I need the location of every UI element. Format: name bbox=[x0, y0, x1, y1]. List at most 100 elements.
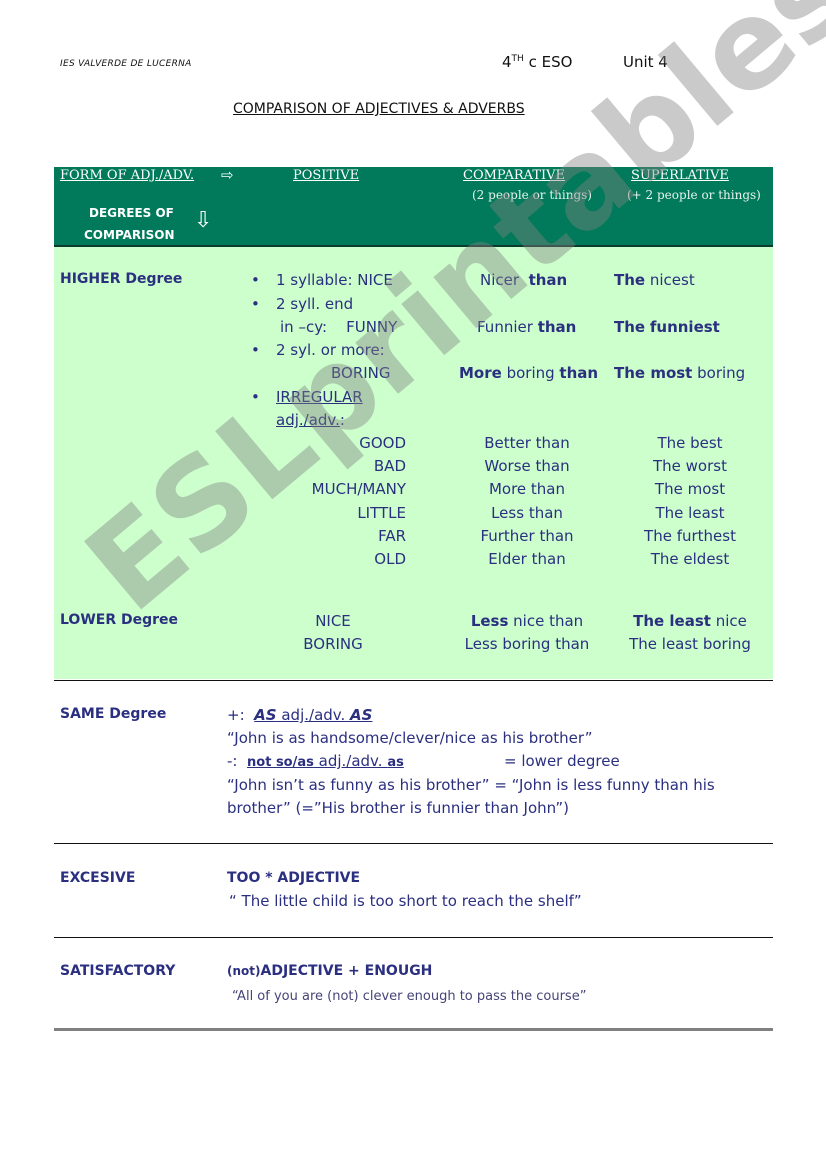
rule-two-syllable-example: in –cy: FUNNY bbox=[280, 318, 398, 336]
rule-one-syllable: 1 syllable: NICE bbox=[276, 271, 393, 289]
boring-word: boring bbox=[501, 364, 560, 382]
rule-irregular: IRREGULAR bbox=[276, 388, 363, 406]
than-word: than bbox=[537, 318, 577, 336]
section-divider bbox=[54, 843, 773, 844]
as-word: AS bbox=[254, 706, 277, 724]
irregular-positive: OLD bbox=[374, 550, 406, 568]
course-number: 4 bbox=[502, 53, 512, 71]
course-level: c ESO bbox=[523, 53, 573, 71]
plus-prefix: +: bbox=[227, 706, 255, 724]
bullet-icon: • bbox=[251, 341, 260, 359]
irregular-positive: BAD bbox=[373, 457, 406, 475]
higher-degree-label: HIGHER Degree bbox=[60, 271, 183, 287]
degrees-label-line2: COMPARISON bbox=[84, 228, 175, 242]
irregular-positive: GOOD bbox=[359, 434, 406, 452]
comparative-word: Funnier bbox=[477, 318, 533, 336]
irregular-superlative: The most bbox=[654, 480, 726, 498]
bottom-divider bbox=[54, 1028, 773, 1031]
column-positive: POSITIVE bbox=[293, 168, 360, 183]
minus-prefix: -: bbox=[227, 752, 248, 770]
irregular-comparative: More than bbox=[488, 480, 566, 498]
lower-positive-boring: BORING bbox=[303, 635, 363, 653]
unit-label: Unit 4 bbox=[623, 53, 668, 71]
irregular-positive: FAR bbox=[378, 527, 406, 545]
adjective-enough-text: ADJECTIVE + ENOUGH bbox=[260, 963, 433, 979]
excessive-label: EXCESIVE bbox=[60, 870, 136, 886]
comparative-funny: Funnier than bbox=[477, 318, 576, 336]
bullet-icon: • bbox=[251, 271, 260, 289]
page-title: COMPARISON OF ADJECTIVES & ADVERBS bbox=[233, 101, 525, 117]
excessive-rule: TOO * ADJECTIVE bbox=[227, 870, 361, 886]
excessive-example: “ The little child is too short to reach… bbox=[229, 892, 582, 910]
irregular-superlative: The furthest bbox=[644, 527, 736, 545]
lower-superlative-nice: The least nice bbox=[610, 612, 770, 630]
superlative-boring: The most boring bbox=[614, 364, 745, 382]
the-word: The bbox=[614, 271, 646, 289]
as-adj-as-pattern: AS adj./adv. AS bbox=[254, 706, 372, 724]
satisfactory-rule: (not)ADJECTIVE + ENOUGH bbox=[227, 963, 432, 979]
adj-adv-text: adj./adv. bbox=[276, 706, 351, 724]
irregular-comparative: Elder than bbox=[488, 550, 566, 568]
course-label: 4TH c ESO bbox=[502, 53, 572, 71]
nice-than-text: nice than bbox=[508, 612, 584, 630]
irregular-superlative: The worst bbox=[653, 457, 727, 475]
as-word: AS bbox=[350, 706, 373, 724]
nice-text: nice bbox=[710, 612, 747, 630]
bullet-icon: • bbox=[251, 388, 260, 406]
form-label: FORM OF ADJ./ADV. bbox=[60, 168, 195, 183]
lower-positive-nice: NICE bbox=[315, 612, 351, 630]
irregular-superlative: The least bbox=[655, 504, 725, 522]
comparative-boring: More boring than bbox=[459, 364, 598, 382]
degrees-label-line1: DEGREES OF bbox=[89, 206, 174, 220]
arrow-down-icon: ⇩ bbox=[194, 208, 213, 233]
course-ordinal: TH bbox=[511, 54, 524, 64]
the-word: The bbox=[614, 318, 646, 336]
watermark-domain: .com bbox=[788, 0, 826, 28]
same-degree-positive-rule: +: AS adj./adv. AS bbox=[227, 706, 372, 724]
column-comparative: COMPARATIVE bbox=[463, 168, 566, 183]
irregular-comparative: Worse than bbox=[484, 457, 570, 475]
lower-comparative-boring: Less boring than bbox=[464, 635, 590, 653]
as-word: as bbox=[387, 755, 404, 770]
less-word: Less bbox=[470, 612, 509, 630]
boring-word: boring bbox=[692, 364, 746, 382]
colon-text: : bbox=[339, 411, 345, 429]
not-so-as-word: not so/as bbox=[247, 755, 314, 770]
lower-degree-note: = lower degree bbox=[504, 752, 620, 770]
bullet-icon: • bbox=[251, 295, 260, 313]
satisfactory-example: “All of you are (not) clever enough to p… bbox=[232, 989, 587, 1004]
irregular-comparative: Further than bbox=[480, 527, 574, 545]
than-word: than bbox=[528, 271, 568, 289]
same-degree-example-2-cont: brother” (=”His brother is funnier than … bbox=[227, 799, 569, 817]
superlative-word: nicest bbox=[649, 271, 695, 289]
same-degree-label: SAME Degree bbox=[60, 706, 167, 722]
not-word: (not) bbox=[227, 964, 261, 978]
same-degree-example-2: “John isn’t as funny as his brother” = “… bbox=[227, 776, 715, 794]
school-name: IES VALVERDE DE LUCERNA bbox=[60, 59, 192, 69]
superlative-nice: The nicest bbox=[614, 271, 695, 289]
superlative-note: (+ 2 people or things) bbox=[627, 188, 761, 202]
lower-degree-label: LOWER Degree bbox=[60, 612, 179, 628]
lower-comparative-nice: Less nice than bbox=[447, 612, 607, 630]
superlative-funny: The funniest bbox=[614, 318, 720, 336]
rule-irregular-adj-adv: adj./adv.: bbox=[276, 411, 345, 429]
irregular-positive: LITTLE bbox=[357, 504, 406, 522]
than-word: than bbox=[559, 364, 599, 382]
not-so-as-pattern: not so/as adj./adv. as bbox=[247, 752, 404, 770]
the-word: The bbox=[614, 364, 646, 382]
adj-adv-text: adj./adv. bbox=[276, 411, 340, 429]
irregular-superlative: The best bbox=[657, 434, 723, 452]
irregular-comparative: Better than bbox=[484, 434, 570, 452]
satisfactory-label: SATISFACTORY bbox=[60, 963, 176, 979]
same-degree-negative-rule: -: not so/as adj./adv. as bbox=[227, 752, 404, 770]
section-divider bbox=[54, 680, 773, 681]
comparative-nice: Nicer than bbox=[480, 271, 567, 289]
rule-two-or-more: 2 syl. or more: bbox=[276, 341, 385, 359]
comparative-note: (2 people or things) bbox=[472, 188, 592, 202]
rule-two-or-more-example: BORING bbox=[331, 364, 391, 382]
same-degree-example-1: “John is as handsome/clever/nice as his … bbox=[227, 729, 593, 747]
adj-adv-text: adj./adv. bbox=[313, 752, 388, 770]
irregular-positive: MUCH/MANY bbox=[311, 480, 406, 498]
comparative-word: Nicer bbox=[480, 271, 520, 289]
more-word: More bbox=[459, 364, 502, 382]
